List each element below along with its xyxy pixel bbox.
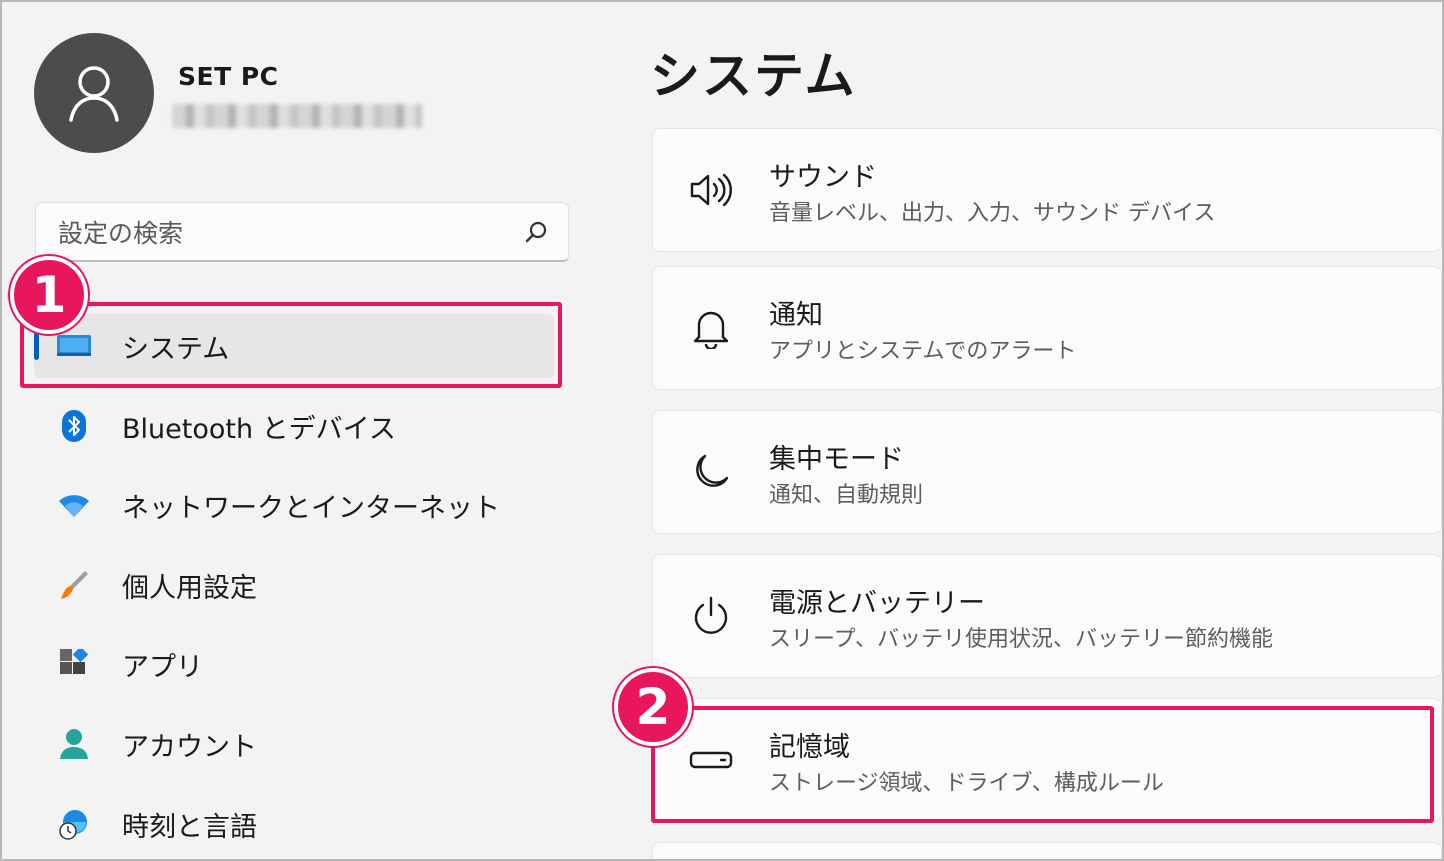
- card-title: 通知: [769, 300, 823, 331]
- card-title: サウンド: [769, 162, 877, 193]
- user-email-redacted: [172, 104, 422, 128]
- highlight-box-step1: [20, 302, 562, 388]
- account-icon: [56, 726, 92, 762]
- search-box[interactable]: 設定の検索: [35, 202, 569, 262]
- bell-icon: [687, 267, 735, 389]
- card-subtitle: スリープ、バッテリ使用状況、バッテリー節約機能: [769, 627, 1274, 652]
- search-input[interactable]: 設定の検索: [58, 214, 524, 250]
- card-subtitle: アプリとシステムでのアラート: [769, 339, 1077, 364]
- card-title: 電源とバッテリー: [769, 588, 985, 619]
- card-next[interactable]: [652, 842, 1442, 861]
- sidebar-item-label: 個人用設定: [122, 572, 257, 604]
- sidebar-item-label: ネットワークとインターネット: [122, 492, 500, 524]
- card-sound[interactable]: サウンド 音量レベル、出力、入力、サウンド デバイス: [652, 128, 1442, 252]
- avatar[interactable]: [34, 33, 154, 153]
- card-power-battery[interactable]: 電源とバッテリー スリープ、バッテリ使用状況、バッテリー節約機能: [652, 554, 1442, 678]
- sidebar-item-network[interactable]: ネットワークとインターネット: [34, 473, 554, 537]
- paintbrush-icon: [56, 567, 92, 603]
- page-title: システム: [650, 47, 857, 105]
- sidebar-item-time-language[interactable]: 時刻と言語: [34, 792, 554, 856]
- sidebar-item-label: 時刻と言語: [122, 811, 257, 843]
- highlight-box-step2: [651, 706, 1434, 823]
- card-title: 集中モード: [769, 444, 904, 475]
- wifi-icon: [56, 487, 92, 523]
- sidebar-item-label: アカウント: [122, 731, 257, 763]
- card-notifications[interactable]: 通知 アプリとシステムでのアラート: [652, 266, 1442, 390]
- sidebar-item-accounts[interactable]: アカウント: [34, 712, 554, 776]
- bluetooth-icon: [56, 408, 92, 444]
- user-icon: [69, 66, 119, 122]
- sidebar-item-bluetooth[interactable]: Bluetooth とデバイス: [34, 394, 554, 458]
- step-badge-1: 1: [10, 256, 88, 334]
- speaker-icon: [687, 129, 735, 251]
- apps-icon: [56, 646, 92, 682]
- sidebar-item-apps[interactable]: アプリ: [34, 632, 554, 696]
- power-icon: [687, 555, 735, 677]
- sidebar: SET PC 設定の検索 システム Bluetooth とデバイス ネットワーク…: [0, 0, 600, 861]
- sidebar-item-label: Bluetooth とデバイス: [122, 413, 396, 445]
- sidebar-item-label: アプリ: [122, 651, 203, 683]
- card-subtitle: 音量レベル、出力、入力、サウンド デバイス: [769, 201, 1216, 226]
- step-badge-2: 2: [614, 668, 692, 746]
- card-subtitle: 通知、自動規則: [769, 483, 924, 508]
- time-language-icon: [56, 806, 92, 842]
- user-name: SET PC: [178, 62, 279, 91]
- card-focus-assist[interactable]: 集中モード 通知、自動規則: [652, 410, 1442, 534]
- moon-icon: [687, 411, 735, 533]
- sidebar-item-personalization[interactable]: 個人用設定: [34, 553, 554, 617]
- search-icon[interactable]: [524, 220, 548, 244]
